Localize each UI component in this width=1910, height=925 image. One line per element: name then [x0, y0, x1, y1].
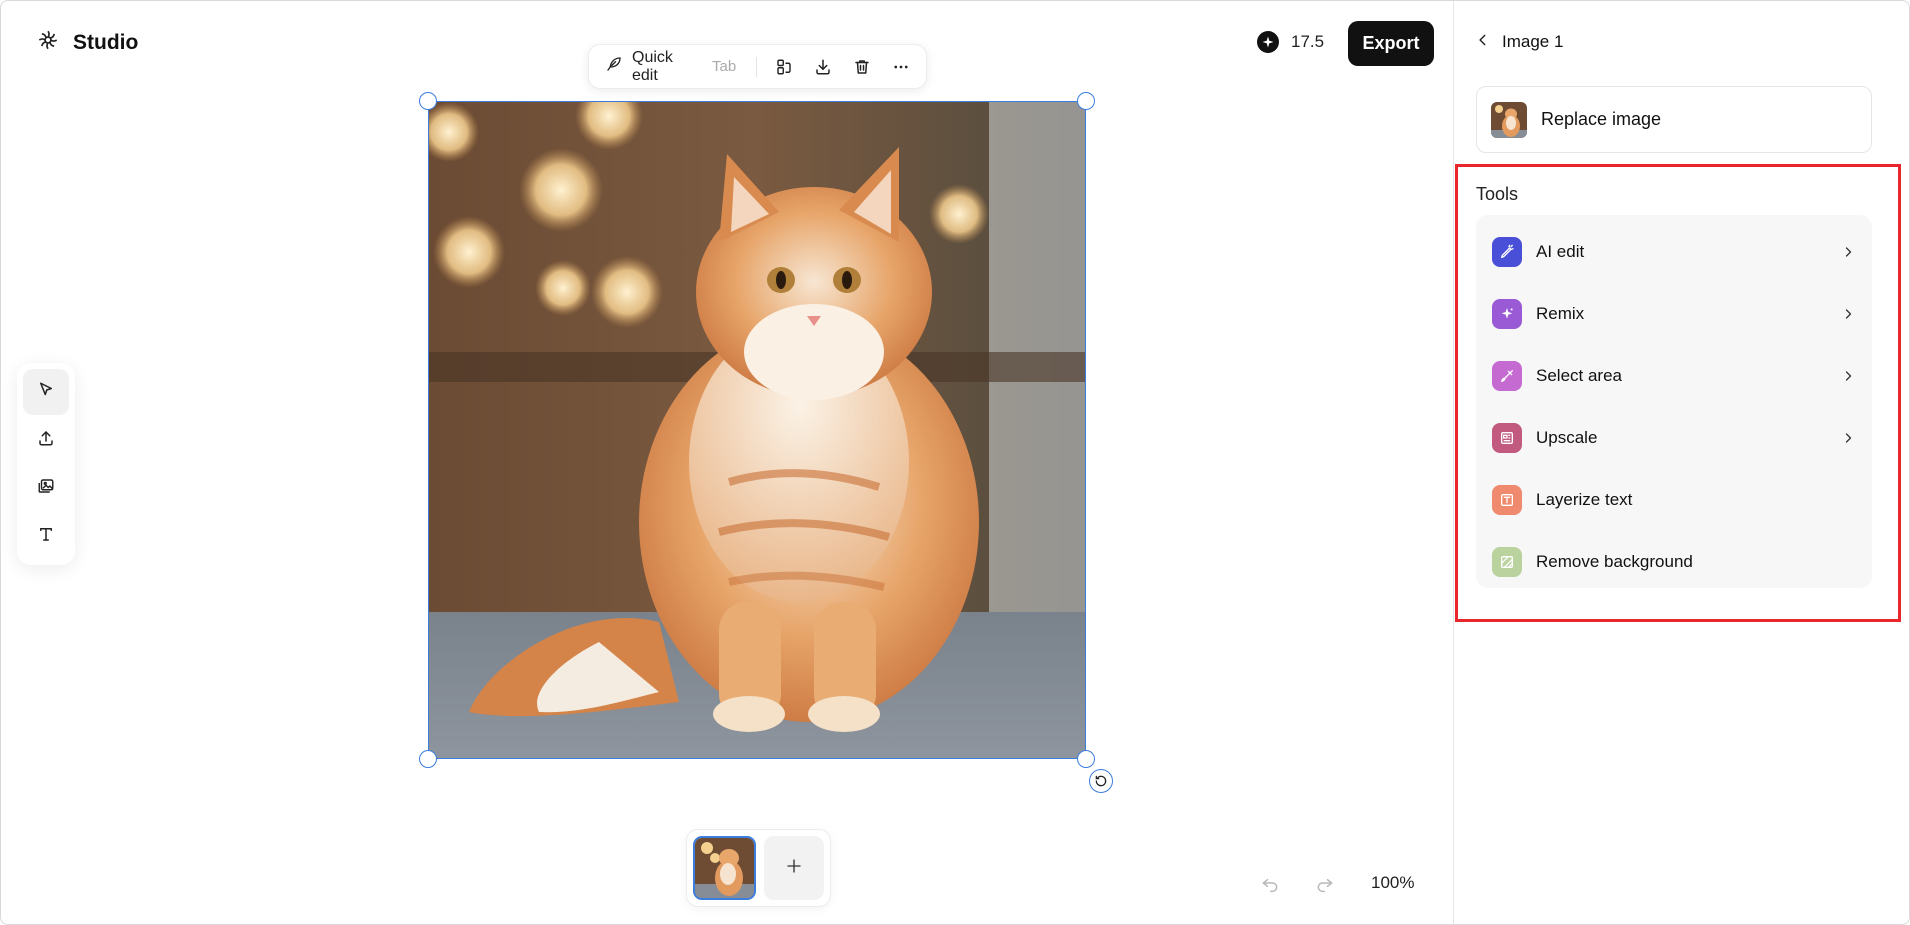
upscale-icon [1492, 423, 1522, 453]
quick-edit-toolbar: Quick edit Tab [588, 44, 927, 89]
download-icon[interactable] [810, 54, 835, 80]
tool-label: AI edit [1536, 242, 1585, 261]
studio-logo-icon [37, 29, 59, 56]
redo-icon[interactable] [1315, 873, 1335, 898]
credits-icon [1257, 31, 1279, 53]
panel-title: Image 1 [1502, 32, 1564, 51]
brush-select-icon [1492, 361, 1522, 391]
left-toolbar [17, 363, 75, 565]
tool-select-area[interactable]: Select area [1476, 345, 1872, 407]
brand[interactable]: Studio [37, 29, 138, 56]
tool-upscale[interactable]: Upscale [1476, 407, 1872, 469]
replace-image-thumbnail [1491, 101, 1527, 138]
tools-heading: Tools [1476, 184, 1519, 204]
remove-background-icon [1492, 547, 1522, 577]
rotate-handle[interactable] [1089, 769, 1113, 793]
chevron-right-icon [1840, 306, 1856, 322]
properties-panel: Image 1 Replace image Tools AI edit Remi… [1453, 1, 1909, 924]
quick-edit-label: Quick edit [632, 48, 673, 84]
tool-label: Remove background [1536, 552, 1693, 571]
upload-icon [37, 429, 55, 452]
resize-handle-top-left[interactable] [419, 92, 437, 110]
text-tool[interactable] [23, 513, 69, 559]
feather-icon [605, 55, 623, 78]
select-tool[interactable] [23, 369, 69, 415]
quick-edit-button[interactable]: Quick edit Tab [605, 49, 736, 85]
ai-edit-icon [1492, 237, 1522, 267]
tool-remove-background[interactable]: Remove background [1476, 531, 1872, 593]
tool-layerize-text[interactable]: Layerize text [1476, 469, 1872, 531]
chevron-right-icon [1840, 244, 1856, 260]
credits[interactable]: 17.5 [1257, 31, 1324, 53]
chevron-right-icon [1840, 430, 1856, 446]
quick-edit-shortcut: Tab [712, 58, 737, 75]
export-button[interactable]: Export [1348, 21, 1434, 66]
upload-tool[interactable] [23, 417, 69, 463]
plus-icon [785, 857, 803, 880]
toolbar-divider [756, 56, 758, 77]
app-frame: Studio 17.5 Export Quick edit Tab 100% I… [0, 0, 1910, 925]
tools-list: AI edit Remix Select area Upscale Layeri… [1476, 215, 1872, 588]
chevron-left-icon [1476, 33, 1490, 52]
tool-label: Remix [1536, 304, 1585, 323]
replace-image-button[interactable]: Replace image [1476, 86, 1872, 153]
page-thumbnail[interactable] [693, 836, 756, 900]
image-tool[interactable] [23, 465, 69, 511]
canvas-image[interactable] [428, 101, 1086, 759]
page-strip [686, 829, 831, 907]
tool-remix[interactable]: Remix [1476, 283, 1872, 345]
tool-label: Upscale [1536, 428, 1598, 447]
crop-ratio-icon[interactable] [771, 54, 796, 80]
more-icon[interactable] [889, 54, 914, 80]
zoom-level[interactable]: 100% [1371, 873, 1414, 893]
trash-icon[interactable] [850, 54, 875, 80]
resize-handle-top-right[interactable] [1077, 92, 1095, 110]
cursor-icon [37, 381, 55, 404]
sparkle-icon [1492, 299, 1522, 329]
layerize-text-icon [1492, 485, 1522, 515]
tool-label: Select area [1536, 366, 1622, 385]
resize-handle-bottom-left[interactable] [419, 750, 437, 768]
brand-title: Studio [73, 30, 139, 54]
undo-icon[interactable] [1260, 873, 1280, 898]
add-page-button[interactable] [763, 836, 824, 900]
back-button[interactable]: Image 1 [1476, 32, 1563, 52]
credits-value: 17.5 [1291, 32, 1325, 51]
tool-label: Layerize text [1536, 490, 1633, 509]
replace-image-label: Replace image [1541, 109, 1662, 129]
resize-handle-bottom-right[interactable] [1077, 750, 1095, 768]
tool-ai-edit[interactable]: AI edit [1476, 221, 1872, 283]
images-icon [37, 477, 55, 500]
chevron-right-icon [1840, 368, 1856, 384]
text-icon [37, 525, 55, 548]
